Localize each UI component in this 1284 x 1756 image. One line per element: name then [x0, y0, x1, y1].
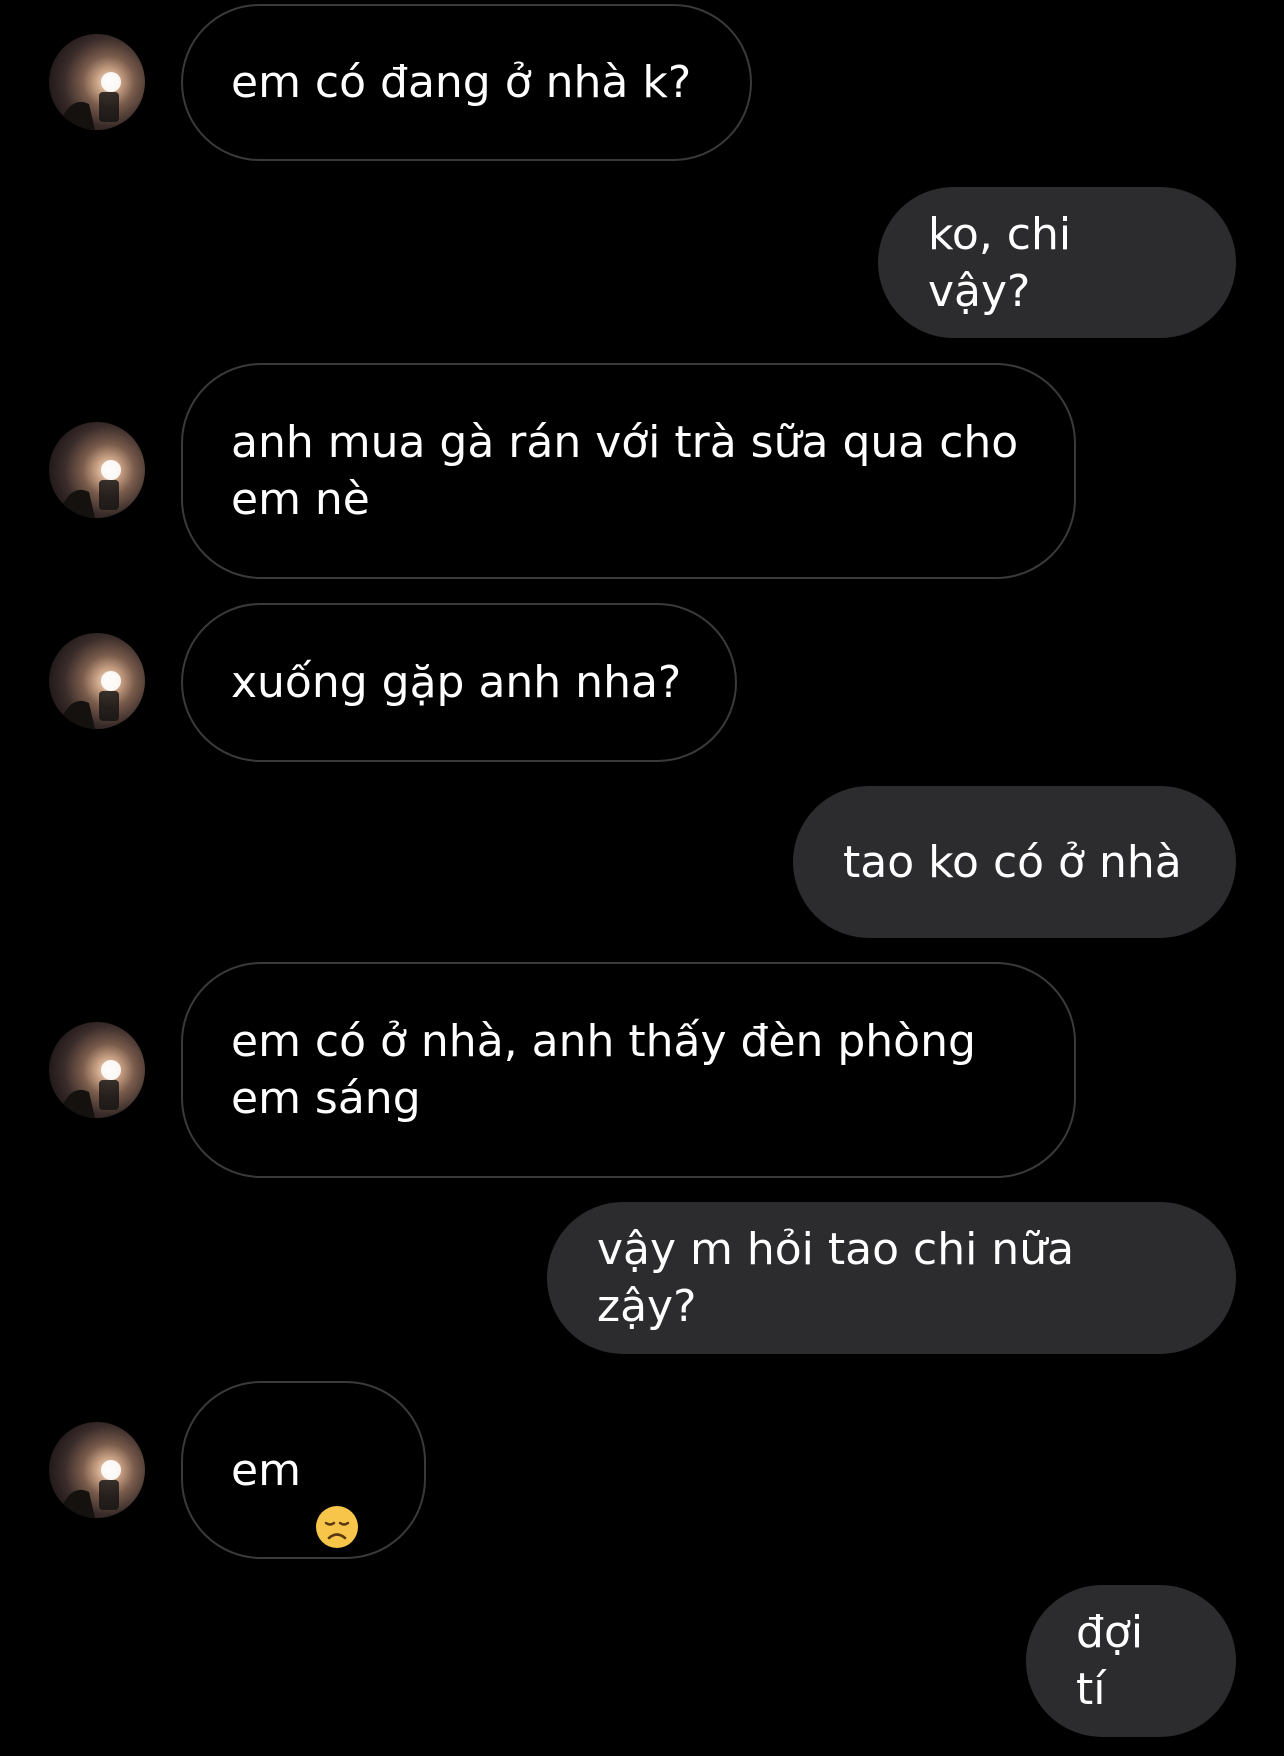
incoming-message-bubble[interactable]: em có đang ở nhà k? [181, 4, 752, 161]
contact-avatar[interactable] [49, 422, 145, 518]
outgoing-message-bubble[interactable]: tao ko có ở nhà [793, 786, 1236, 938]
contact-avatar[interactable] [49, 633, 145, 729]
disappointed-face-emoji-icon [315, 1448, 359, 1548]
contact-avatar[interactable] [49, 1022, 145, 1118]
contact-avatar[interactable] [49, 1422, 145, 1518]
incoming-message-bubble[interactable]: em có ở nhà, anh thấy đèn phòng em sáng [181, 962, 1076, 1178]
incoming-message-bubble[interactable]: anh mua gà rán với trà sữa qua cho em nè [181, 363, 1076, 579]
incoming-message-bubble[interactable]: xuống gặp anh nha? [181, 603, 737, 762]
contact-avatar[interactable] [49, 34, 145, 130]
outgoing-message-bubble[interactable]: vậy m hỏi tao chi nữa zậy? [547, 1202, 1236, 1354]
incoming-message-bubble[interactable]: em [181, 1381, 426, 1559]
outgoing-message-bubble[interactable]: đợi tí [1026, 1585, 1236, 1737]
message-text: em [231, 1444, 301, 1496]
outgoing-message-bubble[interactable]: ko, chi vậy? [878, 187, 1236, 338]
